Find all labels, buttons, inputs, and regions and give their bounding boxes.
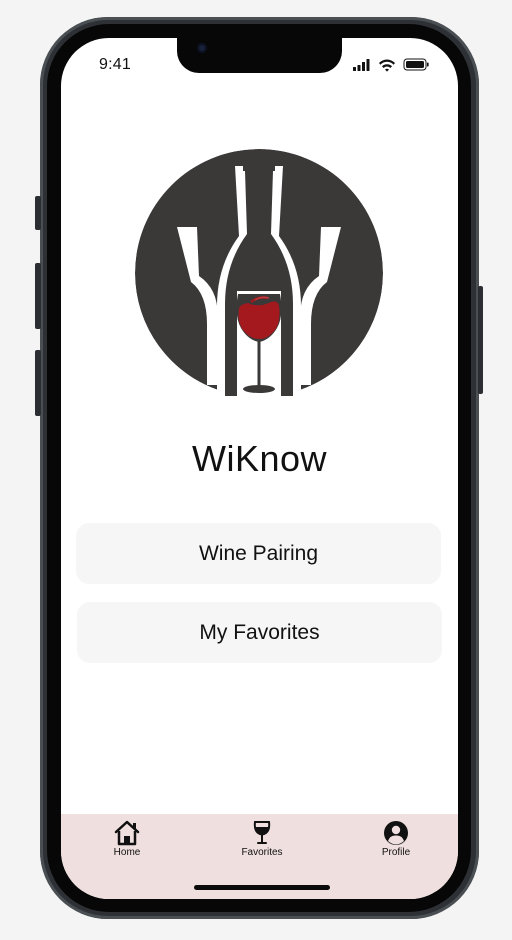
volume-down-button bbox=[35, 350, 41, 416]
wiknow-logo bbox=[135, 149, 383, 406]
volume-up-button bbox=[35, 263, 41, 329]
wine-glass-icon bbox=[253, 821, 271, 844]
status-time: 9:41 bbox=[99, 56, 131, 73]
notch bbox=[177, 38, 342, 73]
screen: 9:41 WiKnow Wine Pairing My Favorites Ho… bbox=[61, 38, 458, 899]
power-button bbox=[478, 286, 483, 394]
wine-pairing-label: Wine Pairing bbox=[198, 541, 319, 565]
cellular-signal-icon bbox=[353, 59, 370, 71]
wine-pairing-button[interactable]: Wine Pairing bbox=[76, 523, 441, 584]
silent-switch bbox=[35, 196, 41, 230]
status-icons bbox=[353, 58, 429, 72]
tab-profile[interactable]: Profile bbox=[356, 820, 436, 858]
app-title: WiKnow bbox=[191, 438, 328, 479]
front-camera bbox=[197, 43, 207, 53]
my-favorites-button[interactable]: My Favorites bbox=[77, 602, 442, 663]
home-icon bbox=[114, 820, 140, 846]
tab-home-label: Home bbox=[113, 847, 141, 858]
tab-profile-label: Profile bbox=[381, 847, 411, 858]
tab-favorites[interactable]: Favorites bbox=[222, 820, 302, 858]
wifi-icon bbox=[379, 59, 395, 72]
tab-favorites-label: Favorites bbox=[241, 847, 283, 858]
battery-icon bbox=[403, 58, 429, 71]
profile-icon bbox=[384, 821, 408, 845]
home-indicator bbox=[194, 885, 330, 890]
my-favorites-label: My Favorites bbox=[199, 620, 320, 644]
tab-home[interactable]: Home bbox=[87, 820, 167, 858]
